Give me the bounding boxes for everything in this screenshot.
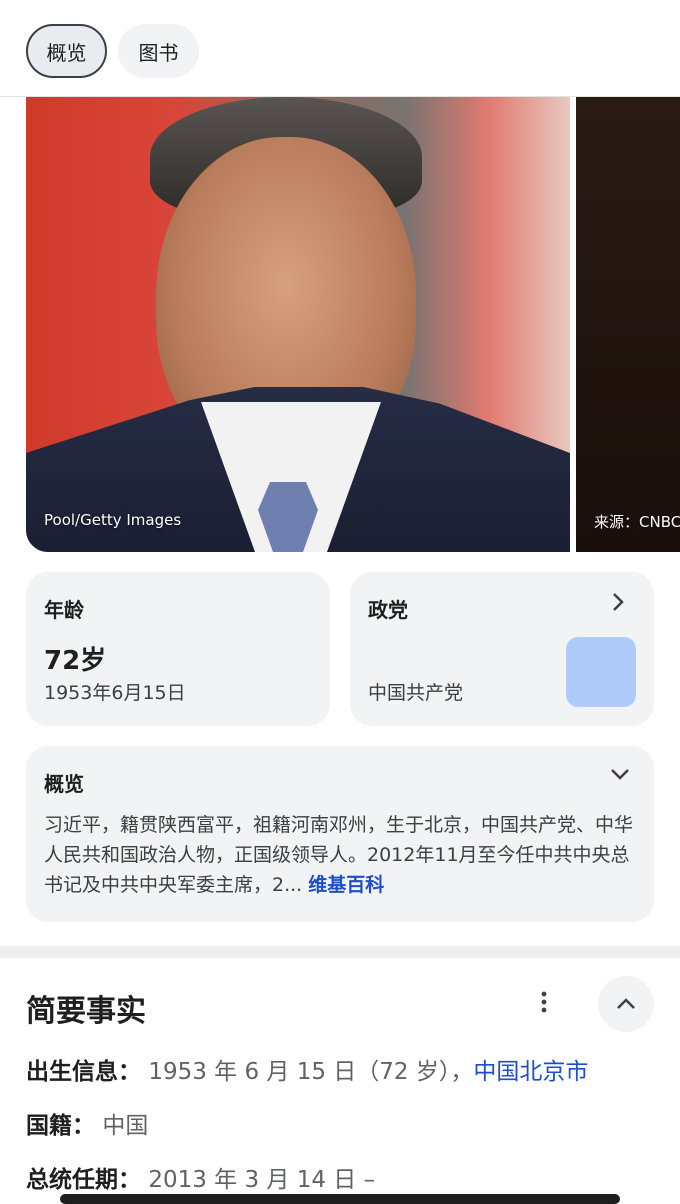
home-indicator xyxy=(60,1194,620,1204)
overview-card[interactable]: 概览 习近平，籍贯陕西富平，祖籍河南邓州，生于北京，中国共产党、中华人民共和国政… xyxy=(26,746,654,922)
age-card: 年龄 72岁 1953年6月15日 xyxy=(26,572,330,726)
second-photo[interactable]: 来源：CNBC xyxy=(576,97,680,552)
overview-text: 习近平，籍贯陕西富平，祖籍河南邓州，生于北京，中国共产党、中华人民共和国政治人物… xyxy=(44,810,640,900)
party-name: 中国共产党 xyxy=(368,682,464,704)
party-logo xyxy=(566,637,636,707)
fact-nationality: 国籍： 中国 xyxy=(26,1106,148,1140)
fact-birth: 出生信息： 1953 年 6 月 15 日（72 岁），中国北京市 xyxy=(26,1052,588,1086)
chevron-up-icon xyxy=(617,998,635,1009)
fact-value: 中国 xyxy=(102,1113,149,1139)
section-divider xyxy=(0,946,680,958)
party-card[interactable]: 政党 中国共产党 xyxy=(350,572,654,726)
portrait-photo[interactable]: Pool/Getty Images xyxy=(26,97,570,552)
fact-label: 总统任期： xyxy=(26,1167,141,1193)
overview-title: 概览 xyxy=(44,772,84,796)
wikipedia-link[interactable]: 维基百科 xyxy=(308,874,384,896)
party-title: 政党 xyxy=(368,598,408,622)
birthplace-link[interactable]: 中国北京市 xyxy=(473,1059,588,1085)
age-value: 72岁 xyxy=(44,646,107,676)
tab-books[interactable]: 图书 xyxy=(118,24,199,78)
fact-value: 1953 年 6 月 15 日（72 岁）， xyxy=(148,1059,474,1085)
fact-value: 2013 年 3 月 14 日 – xyxy=(148,1167,376,1193)
photo-credit: Pool/Getty Images xyxy=(44,511,182,529)
chevron-down-icon[interactable] xyxy=(608,762,632,790)
image-carousel[interactable]: Pool/Getty Images 来源：CNBC xyxy=(26,97,680,552)
tab-overview[interactable]: 概览 xyxy=(26,24,107,78)
quick-facts-title: 简要事实 xyxy=(26,994,146,1029)
fact-label: 国籍： xyxy=(26,1113,95,1139)
birth-date: 1953年6月15日 xyxy=(44,682,186,704)
chevron-right-icon[interactable] xyxy=(608,590,628,620)
fact-label: 出生信息： xyxy=(26,1059,141,1085)
tab-bar: 概览 图书 xyxy=(0,0,680,97)
photo-credit-2: 来源：CNBC xyxy=(594,513,680,531)
more-options-icon[interactable] xyxy=(532,990,556,1020)
collapse-button[interactable] xyxy=(598,976,654,1032)
fact-term: 总统任期： 2013 年 3 月 14 日 – xyxy=(26,1160,375,1194)
age-title: 年龄 xyxy=(44,598,84,622)
